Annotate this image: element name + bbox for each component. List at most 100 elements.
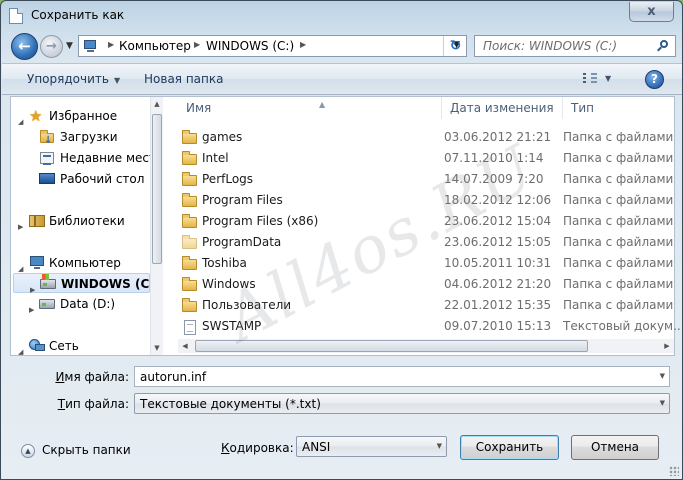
downloads-folder-icon: [39, 130, 55, 151]
nav-recent-label: Недавние места: [60, 151, 164, 165]
nav-scrollbar[interactable]: ▲ ▼: [150, 97, 163, 355]
folder-icon: [182, 256, 198, 270]
nav-favorites[interactable]: ◢ ★ Избранное: [11, 106, 150, 127]
resize-grip-icon[interactable]: [669, 466, 679, 476]
file-row[interactable]: Program Files (x86) 23.06.2012 15:04 Пап…: [178, 211, 673, 232]
breadcrumb-separator-icon[interactable]: ▶: [300, 40, 306, 49]
nav-downloads[interactable]: Загрузки: [11, 127, 150, 151]
nav-downloads-label: Загрузки: [60, 130, 118, 144]
organize-label: Упорядочить: [27, 72, 109, 86]
scroll-thumb[interactable]: [195, 340, 588, 352]
filetype-label: Тип файла:: [57, 397, 129, 411]
chevron-down-icon: ▼: [113, 76, 121, 85]
nav-computer[interactable]: ◢ Компьютер: [11, 253, 150, 273]
window-title: Сохранить как: [31, 8, 125, 22]
file-type: Папка с файлами: [563, 298, 674, 312]
filetype-select[interactable]: Текстовые документы (*.txt) ▼: [134, 393, 670, 414]
file-row[interactable]: ProgramData 23.06.2012 15:05 Папка с фай…: [178, 232, 673, 253]
scroll-down-icon[interactable]: ▼: [151, 341, 163, 355]
new-folder-button[interactable]: Новая папка: [144, 72, 223, 86]
file-name: Toshiba: [202, 256, 247, 270]
breadcrumb-separator-icon[interactable]: ▶: [194, 40, 200, 49]
encoding-select[interactable]: ANSI ▼: [296, 436, 447, 457]
column-header-type[interactable]: Тип: [563, 97, 674, 119]
folder-icon: [182, 277, 198, 291]
file-list: Имя ▲ Дата изменения Тип games 03.06.201…: [164, 97, 682, 355]
file-row[interactable]: PerfLogs 14.07.2009 7:20 Папка с файлами: [178, 169, 673, 190]
save-button[interactable]: Сохранить: [460, 435, 559, 460]
breadcrumb-separator-icon[interactable]: ▶: [108, 40, 114, 49]
file-row[interactable]: SWSTAMP 09.07.2010 15:13 Текстовый докум…: [178, 316, 682, 337]
chevron-up-icon: ▲: [21, 444, 35, 458]
file-row[interactable]: Toshiba 10.05.2011 10:31 Папка с файлами: [178, 253, 673, 274]
title-bar[interactable]: Сохранить как x: [1, 1, 682, 31]
close-button[interactable]: x: [629, 2, 674, 22]
nav-desktop[interactable]: Рабочий стол: [11, 169, 150, 189]
nav-libraries[interactable]: ▶ Библиотеки: [11, 211, 150, 231]
file-name: Program Files (x86): [202, 214, 319, 228]
recent-places-icon: [39, 151, 55, 165]
file-row[interactable]: Пользователи 22.01.2012 15:35 Папка с фа…: [178, 295, 673, 316]
file-row[interactable]: games 03.06.2012 21:21 Папка с файлами: [178, 127, 673, 148]
file-row[interactable]: Intel 07.11.2010 1:14 Папка с файлами: [178, 148, 673, 169]
search-input[interactable]: [475, 36, 653, 56]
column-date-label: Дата изменения: [450, 101, 554, 115]
encoding-label: Кодировка:: [221, 441, 294, 455]
chevron-down-icon[interactable]: ▼: [437, 442, 442, 450]
filename-field[interactable]: ▼: [134, 366, 670, 387]
cancel-button[interactable]: Отмена: [571, 435, 659, 460]
filename-input[interactable]: [135, 367, 645, 386]
nav-favorites-label: Избранное: [49, 109, 118, 123]
view-options-icon[interactable]: [583, 73, 597, 85]
folder-icon: [182, 214, 198, 228]
forward-button[interactable]: →: [40, 35, 63, 58]
search-box[interactable]: [474, 35, 676, 57]
hide-folders-label: Скрыть папки: [42, 443, 131, 457]
nav-network[interactable]: ◢ Сеть: [11, 336, 150, 356]
file-date: 09.07.2010 15:13: [444, 319, 552, 333]
nav-drive-d-label: Data (D:): [60, 297, 116, 311]
windows-drive-icon: [40, 274, 56, 291]
folder-icon: [182, 298, 198, 312]
file-type: Текстовый докум...: [563, 319, 683, 333]
refresh-button[interactable]: ↻: [443, 36, 467, 56]
folder-icon: [182, 130, 198, 144]
help-icon[interactable]: ?: [645, 70, 664, 89]
column-header-date[interactable]: Дата изменения: [442, 97, 563, 119]
chevron-down-icon[interactable]: ▼: [660, 372, 665, 380]
nav-drive-c[interactable]: ▶ WINDOWS (C:): [13, 273, 160, 294]
scroll-left-icon[interactable]: ◀: [178, 339, 192, 353]
search-icon[interactable]: [657, 40, 669, 52]
file-type: Папка с файлами: [563, 214, 674, 228]
scroll-right-icon[interactable]: ▶: [660, 339, 674, 353]
recent-pages-dropdown[interactable]: ▼: [66, 41, 73, 51]
horizontal-scrollbar[interactable]: ◀ ▶: [178, 339, 674, 353]
expand-triangle-icon[interactable]: ◢: [18, 342, 23, 362]
save-as-dialog: Сохранить как x ← → ▼ ▶ Компьютер ▶ WIND…: [0, 0, 683, 480]
file-name: PerfLogs: [202, 172, 254, 186]
sort-ascending-icon: ▲: [319, 100, 326, 109]
file-date: 03.06.2012 21:21: [444, 130, 552, 144]
chevron-down-icon[interactable]: ▼: [660, 399, 665, 407]
file-row[interactable]: Program Files 18.02.2012 12:06 Папка с ф…: [178, 190, 673, 211]
column-header-name[interactable]: Имя ▲: [178, 97, 442, 119]
file-type: Папка с файлами: [563, 151, 674, 165]
nav-drive-d[interactable]: ▶ Data (D:): [11, 294, 150, 314]
breadcrumb-computer[interactable]: Компьютер: [119, 39, 191, 53]
organize-button[interactable]: Упорядочить ▼: [27, 72, 120, 86]
arrow-right-icon: →: [46, 39, 57, 54]
drive-icon: [39, 297, 55, 311]
nav-recent-places[interactable]: Недавние места: [11, 148, 163, 168]
back-button[interactable]: ←: [11, 33, 38, 60]
breadcrumb-drive-c[interactable]: WINDOWS (C:): [206, 39, 294, 53]
chevron-down-icon[interactable]: ▼: [605, 74, 611, 83]
expand-triangle-icon[interactable]: ▶: [18, 217, 23, 237]
network-icon: [29, 339, 45, 353]
file-row[interactable]: Windows 04.06.2012 21:20 Папка с файлами: [178, 274, 673, 295]
folder-icon: [182, 235, 198, 249]
file-name: SWSTAMP: [202, 319, 262, 333]
expand-triangle-icon[interactable]: ▶: [29, 300, 34, 320]
address-bar[interactable]: ▶ Компьютер ▶ WINDOWS (C:) ▶ ▼: [78, 35, 467, 57]
scroll-up-icon[interactable]: ▲: [151, 97, 163, 111]
scroll-thumb[interactable]: [152, 114, 162, 264]
